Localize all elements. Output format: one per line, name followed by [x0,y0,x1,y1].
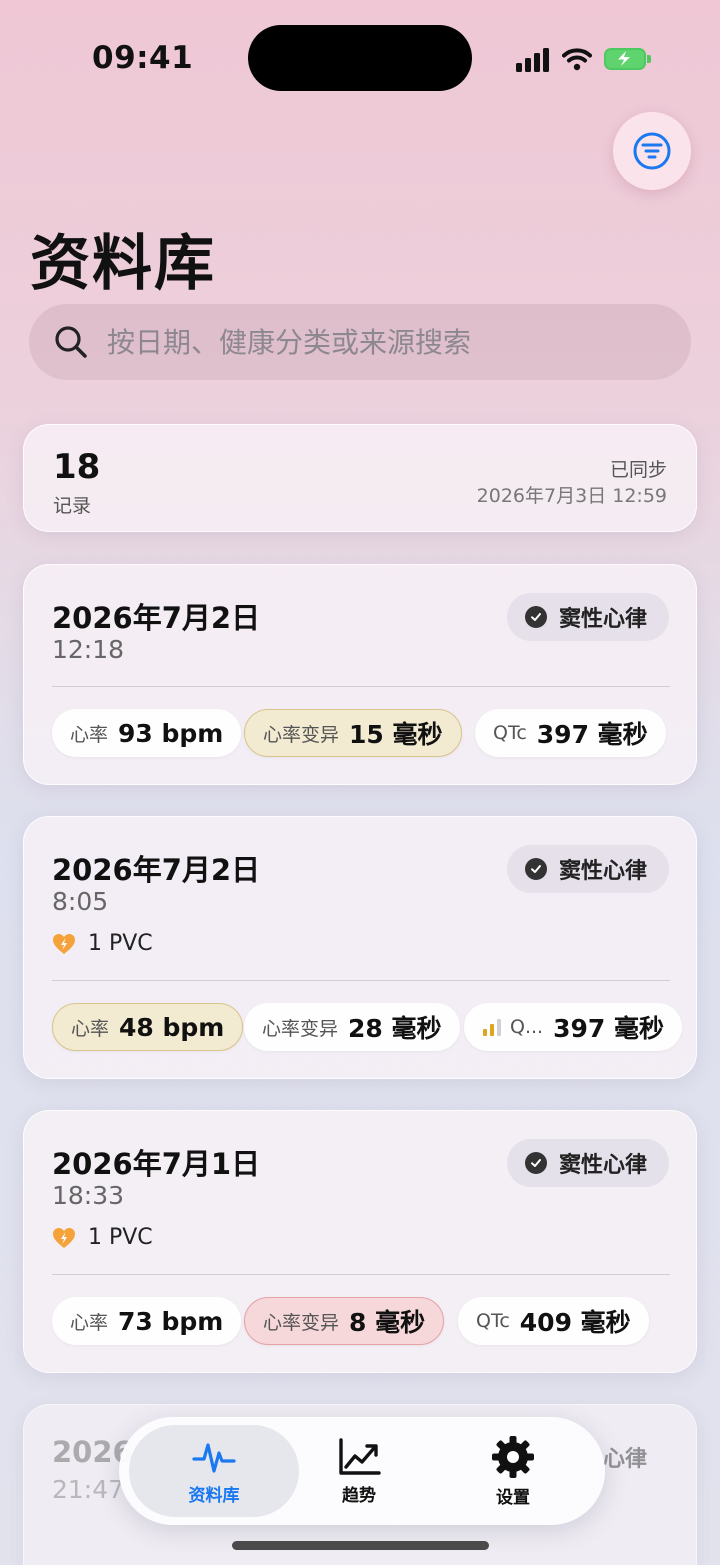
tab-trends[interactable]: 趋势 [313,1417,405,1525]
rhythm-badge: 窦性心律 [506,1139,669,1187]
search-input[interactable] [107,325,667,359]
pvc-indicator: 1 PVC [52,931,153,956]
record-time: 21:47 [52,1475,125,1504]
status-time: 09:41 [92,40,194,76]
metric-label: 心率变异 [263,723,340,746]
pvc-label: 1 PVC [88,931,153,956]
record-card[interactable]: 2026年7月2日 8:05 窦性心律 1 PVC 心率 48 bpm 心率变异… [23,816,697,1079]
filter-lines-icon [633,132,671,170]
metric-label: 心率变异 [262,1017,339,1040]
metric-value: 397 毫秒 [553,1014,664,1043]
page-title: 资料库 [30,229,216,299]
chart-line-icon [339,1437,381,1475]
metric-label: Q... [510,1016,544,1038]
divider [52,686,670,687]
gear-icon [492,1435,534,1478]
summary-card: 18 记录 已同步 2026年7月3日 12:59 [23,424,697,532]
sync-status: 已同步 [609,459,667,481]
metric-heart-rate: 心率 73 bpm [52,1297,242,1345]
metric-heart-rate: 心率 48 bpm [52,1003,244,1051]
divider [52,980,670,981]
record-date: 2026年7月2日 [52,601,261,635]
heart-bolt-icon [53,933,75,954]
heart-bolt-icon [53,1227,75,1248]
tab-library[interactable]: 资料库 [129,1417,299,1525]
pvc-indicator: 1 PVC [52,1225,153,1250]
divider [52,1274,670,1275]
metric-heart-rate: 心率 93 bpm [52,709,242,757]
rhythm-label: 窦性心律 [558,607,647,632]
metric-label: 心率 [70,723,109,746]
status-icons [516,44,651,74]
record-time: 8:05 [52,887,109,916]
checkmark-circle-icon [524,858,547,880]
record-date: 2026年7月1日 [52,1147,261,1181]
pvc-label: 1 PVC [88,1225,153,1250]
checkmark-circle-icon [524,1152,547,1174]
record-time: 18:33 [52,1181,125,1210]
checkmark-circle-icon [524,606,547,628]
rhythm-badge: 窦性心律 [506,845,669,893]
signal-bars-icon [483,1019,501,1036]
tab-bar: 资料库 趋势 设置 [119,1417,605,1525]
metric-label: QTc [493,722,527,744]
metric-value: 8 毫秒 [349,1308,426,1337]
cellular-signal-icon [516,46,549,72]
tab-settings[interactable]: 设置 [467,1417,559,1525]
metric-qtc: QTc 397 毫秒 [475,709,666,757]
rhythm-label: 心律 [602,1447,647,1472]
metric-value: 73 bpm [118,1306,224,1336]
search-icon [55,326,87,358]
metric-value: 397 毫秒 [536,720,648,749]
metric-value: 28 毫秒 [348,1014,442,1043]
tab-label: 设置 [496,1487,530,1508]
status-bar: 09:41 [0,0,720,110]
filter-button[interactable] [613,112,691,190]
waveform-icon [192,1442,236,1473]
record-count: 18 [53,447,101,487]
metric-label: 心率 [70,1311,109,1334]
battery-charging-icon [604,48,651,70]
metric-hrv: 心率变异 28 毫秒 [244,1003,460,1051]
dynamic-island [248,25,472,91]
metric-hrv: 心率变异 8 毫秒 [244,1297,445,1345]
rhythm-badge: 窦性心律 [506,593,669,641]
metric-value: 48 bpm [119,1012,225,1042]
wifi-icon [562,48,592,71]
record-date: 2026年7月2日 [52,853,261,887]
metric-label: QTc [476,1310,510,1332]
tab-label: 资料库 [188,1485,240,1506]
home-indicator[interactable] [232,1541,489,1550]
metric-label: 心率变异 [263,1311,340,1334]
tab-label: 趋势 [342,1485,376,1506]
rhythm-label: 窦性心律 [558,859,647,884]
metric-qtc: QTc 409 毫秒 [458,1297,649,1345]
metric-value: 409 毫秒 [519,1308,631,1337]
record-time: 12:18 [52,635,125,664]
metric-value: 15 毫秒 [349,720,443,749]
record-card[interactable]: 2026年7月2日 12:18 窦性心律 心率 93 bpm 心率变异 15 毫… [23,564,697,785]
metric-label: 心率 [71,1017,110,1040]
record-count-label: 记录 [53,495,92,517]
metric-value: 93 bpm [118,718,224,748]
search-bar[interactable] [29,304,691,380]
metric-qtc: Q... 397 毫秒 [464,1003,682,1051]
rhythm-label: 窦性心律 [558,1153,647,1178]
sync-time: 2026年7月3日 12:59 [476,485,667,507]
metric-hrv: 心率变异 15 毫秒 [244,709,462,757]
record-card[interactable]: 2026年7月1日 18:33 窦性心律 1 PVC 心率 73 bpm 心率变… [23,1110,697,1373]
